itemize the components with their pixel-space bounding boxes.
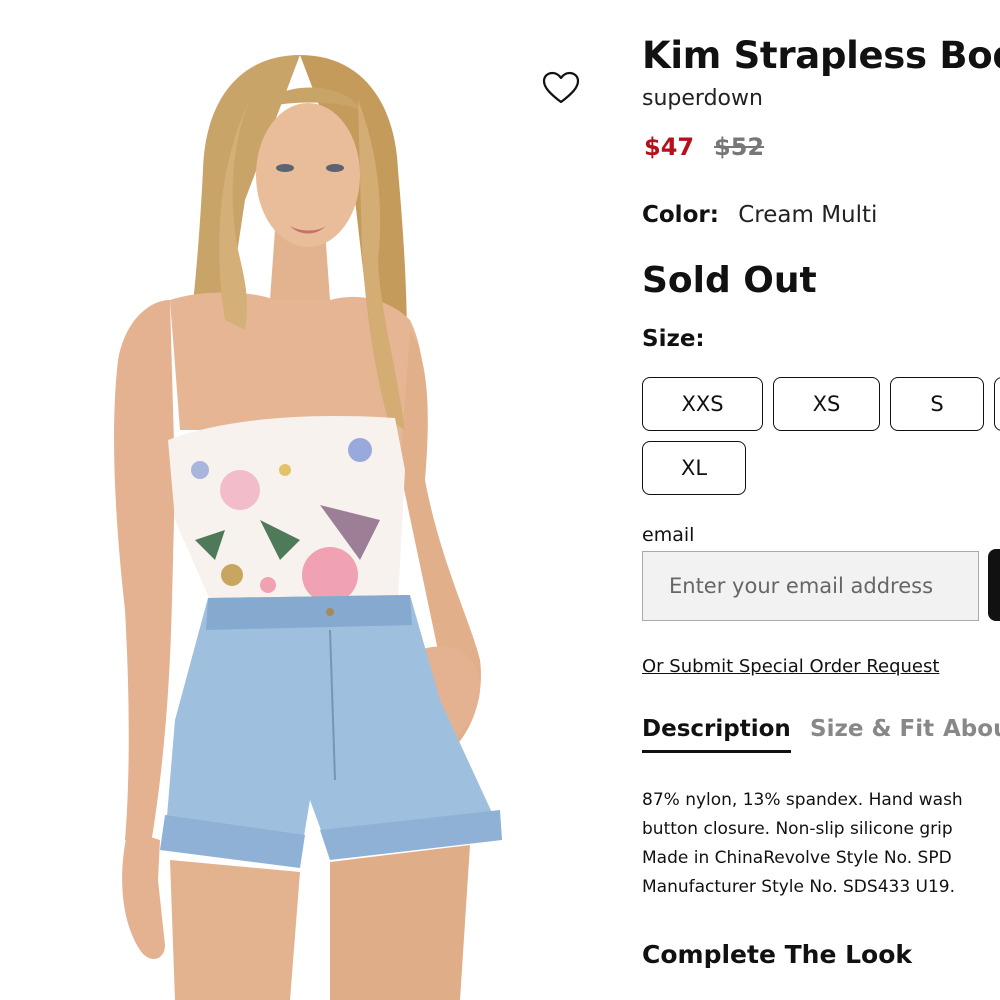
- tab-description[interactable]: Description: [642, 716, 791, 753]
- special-order-link[interactable]: Or Submit Special Order Request: [642, 656, 939, 677]
- product-title: Kim Strapless Bodysuit: [642, 34, 1000, 77]
- tab-about[interactable]: About: [943, 716, 1000, 742]
- heart-icon: [542, 71, 580, 104]
- size-button-m[interactable]: [994, 377, 1000, 431]
- color-value: Cream Multi: [738, 202, 878, 228]
- product-info-panel: Kim Strapless Bodysuit superdown $47 $52…: [642, 0, 1000, 1000]
- tab-size-fit[interactable]: Size & Fit: [810, 716, 934, 742]
- availability-status: Sold Out: [642, 260, 817, 301]
- description-line: 87% nylon, 13% spandex. Hand wash: [642, 790, 963, 810]
- email-label: email: [642, 524, 695, 546]
- description-line: button closure. Non-slip silicone grip: [642, 819, 953, 839]
- original-price: $52: [714, 133, 765, 161]
- sale-price: $47: [644, 133, 695, 161]
- color-row: Color: Cream Multi: [642, 202, 877, 228]
- complete-the-look-heading: Complete The Look: [642, 940, 913, 969]
- description-line: Manufacturer Style No. SDS433 U19.: [642, 877, 956, 897]
- size-button-xxs[interactable]: XXS: [642, 377, 763, 431]
- description-line: Made in ChinaRevolve Style No. SPD: [642, 848, 952, 868]
- size-button-xl[interactable]: XL: [642, 441, 746, 495]
- product-image[interactable]: [0, 0, 620, 1000]
- brand-link[interactable]: superdown: [642, 86, 763, 111]
- size-button-xs[interactable]: XS: [773, 377, 880, 431]
- notify-me-button[interactable]: [988, 549, 1000, 621]
- size-label: Size:: [642, 326, 705, 352]
- color-label: Color:: [642, 202, 719, 228]
- wishlist-button[interactable]: [541, 70, 581, 106]
- email-input[interactable]: [642, 551, 979, 621]
- size-button-s[interactable]: S: [890, 377, 984, 431]
- model-photo: [114, 55, 502, 1000]
